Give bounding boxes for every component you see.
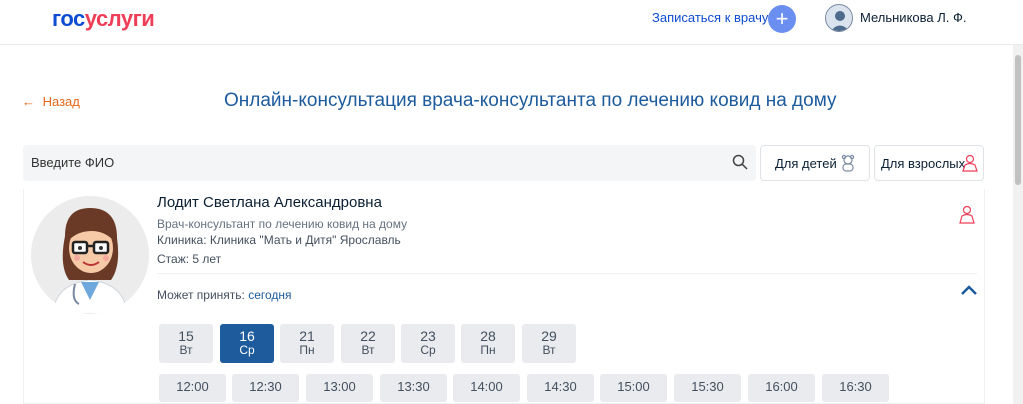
day-number: 21 (299, 328, 315, 344)
day-number: 29 (541, 328, 557, 344)
adult-icon (962, 154, 978, 172)
day-button[interactable]: 15 Вт (159, 324, 213, 363)
filter-children-label: Для детей (775, 156, 837, 171)
day-button-selected[interactable]: 16 Ср (220, 324, 274, 363)
day-number: 23 (420, 328, 436, 344)
logo-part-gos: гос (52, 6, 85, 31)
doctor-role: Врач-консультант по лечению ковид на дом… (157, 217, 408, 231)
user-icon (830, 11, 850, 31)
user-avatar[interactable] (825, 4, 853, 32)
arrow-left-icon: ← (22, 94, 35, 109)
user-name[interactable]: Мельникова Л. Ф. (860, 10, 967, 25)
availability-label: Может принять: (157, 288, 245, 302)
baby-icon (841, 154, 855, 172)
availability-line: Может принять: сегодня (157, 288, 292, 302)
day-weekday: Ср (420, 343, 436, 357)
doctor-portrait (31, 196, 149, 314)
logo-part-uslugi: услуги (84, 6, 155, 31)
search-input[interactable]: Введите ФИО (31, 155, 114, 170)
doctor-name[interactable]: Лодит Светлана Александровна (157, 194, 382, 211)
time-slot-button[interactable]: 15:00 (600, 374, 667, 402)
day-number: 15 (178, 328, 194, 344)
day-number: 28 (480, 328, 496, 344)
day-button[interactable]: 29 Вт (522, 324, 576, 363)
day-weekday: Ср (239, 343, 255, 357)
time-slot-button[interactable]: 12:00 (159, 374, 226, 402)
doctor-clinic: Клиника: Клиника "Мать и Дитя" Ярославль (157, 233, 401, 247)
doctor-illustration (31, 196, 149, 314)
time-slot-button[interactable]: 14:30 (527, 374, 594, 402)
card-divider (157, 273, 977, 274)
adult-icon (959, 205, 975, 224)
time-slot-button[interactable]: 16:30 (822, 374, 889, 402)
time-slot-button[interactable]: 15:30 (674, 374, 741, 402)
time-slot-button[interactable]: 13:30 (380, 374, 447, 402)
scrollbar-thumb[interactable] (1015, 55, 1021, 185)
day-weekday: Пн (480, 343, 496, 357)
time-slot-button[interactable]: 16:00 (748, 374, 815, 402)
doctor-experience: Стаж: 5 лет (157, 252, 222, 266)
filter-adults-label: Для взрослых (881, 156, 966, 171)
filter-adults-button[interactable]: Для взрослых (874, 145, 984, 181)
day-button[interactable]: 22 Вт (341, 324, 395, 363)
time-slot-button[interactable]: 12:30 (232, 374, 299, 402)
search-icon[interactable] (732, 154, 748, 170)
add-appointment-button[interactable]: + (768, 5, 796, 33)
chevron-up-icon[interactable] (960, 284, 978, 296)
day-weekday: Вт (542, 343, 556, 357)
search-field[interactable]: Введите ФИО (23, 145, 756, 181)
day-weekday: Вт (361, 343, 375, 357)
gosuslugi-logo[interactable]: госуслуги (52, 6, 155, 32)
time-slot-button[interactable]: 14:00 (453, 374, 520, 402)
top-header: госуслуги Записаться к врачу + Мельников… (0, 0, 1023, 45)
signup-to-doctor-link[interactable]: Записаться к врачу (652, 10, 768, 26)
day-button[interactable]: 23 Ср (401, 324, 455, 363)
day-button[interactable]: 21 Пн (280, 324, 334, 363)
filter-children-button[interactable]: Для детей (760, 145, 870, 181)
availability-value: сегодня (248, 288, 292, 302)
time-slot-button[interactable]: 13:00 (306, 374, 373, 402)
page-title: Онлайн-консультация врача-консультанта п… (224, 90, 837, 111)
day-weekday: Пн (299, 343, 315, 357)
back-label: Назад (42, 94, 80, 109)
back-link[interactable]: ← Назад (22, 94, 80, 109)
day-number: 22 (360, 328, 376, 344)
day-weekday: Вт (179, 343, 193, 357)
day-number: 16 (239, 328, 255, 344)
day-button[interactable]: 28 Пн (461, 324, 515, 363)
